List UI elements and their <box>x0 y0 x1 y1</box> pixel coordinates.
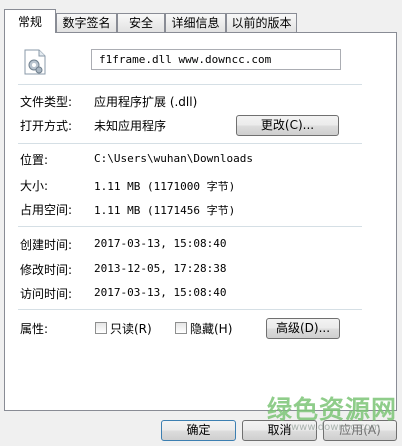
readonly-checkbox[interactable] <box>95 322 107 334</box>
change-button[interactable]: 更改(C)... <box>236 115 339 136</box>
opens-with-label: 打开方式: <box>20 119 73 133</box>
dll-file-icon <box>24 49 46 75</box>
watermark-url: www.downcc.com <box>291 422 381 433</box>
size-on-disk-value: 1.11 MB (1171456 字节) <box>94 204 236 217</box>
separator <box>18 143 362 144</box>
separator <box>18 309 362 310</box>
readonly-label[interactable]: 只读(R) <box>110 320 152 337</box>
separator <box>18 84 362 85</box>
accessed-label: 访问时间: <box>20 287 73 301</box>
location-value: C:\Users\wuhan\Downloads <box>94 152 253 165</box>
ok-button[interactable]: 确定 <box>161 420 236 441</box>
accessed-value: 2017-03-13, 15:08:40 <box>94 286 227 299</box>
attributes-label: 属性: <box>20 322 49 336</box>
file-name-field[interactable]: f1frame.dll www.downcc.com <box>91 49 341 70</box>
file-type-label: 文件类型: <box>20 95 73 109</box>
separator <box>18 226 362 227</box>
size-label: 大小: <box>20 179 49 193</box>
size-on-disk-label: 占用空间: <box>20 203 73 217</box>
created-value: 2017-03-13, 15:08:40 <box>94 237 227 250</box>
opens-with-value: 未知应用程序 <box>94 119 167 133</box>
size-value: 1.11 MB (1171000 字节) <box>94 180 236 193</box>
hidden-checkbox[interactable] <box>175 322 187 334</box>
advanced-button[interactable]: 高级(D)... <box>266 318 340 339</box>
watermark-logo-text: 绿色资源网 <box>267 395 398 424</box>
file-type-value: 应用程序扩展 (.dll) <box>94 95 198 109</box>
modified-label: 修改时间: <box>20 263 73 277</box>
location-label: 位置: <box>20 153 49 167</box>
modified-value: 2013-12-05, 17:28:38 <box>94 262 227 275</box>
created-label: 创建时间: <box>20 238 73 252</box>
hidden-label[interactable]: 隐藏(H) <box>190 320 232 337</box>
